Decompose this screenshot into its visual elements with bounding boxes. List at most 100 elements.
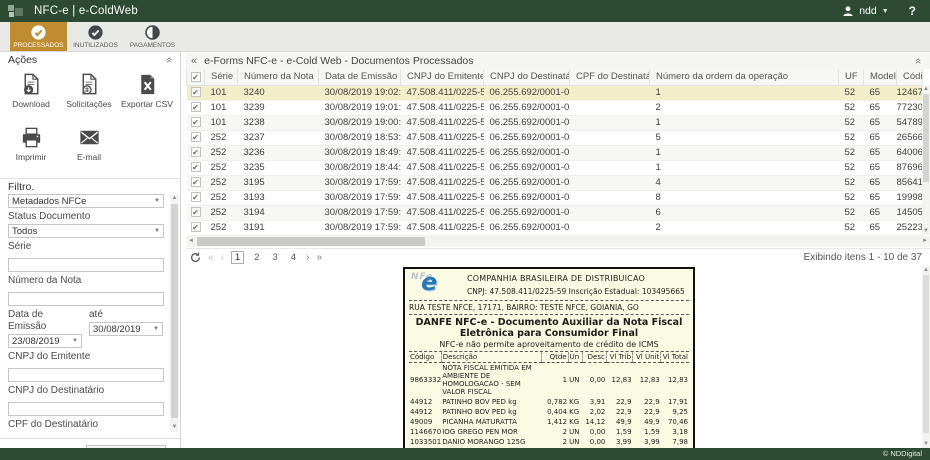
- cell: 1: [650, 145, 839, 160]
- last-page-icon[interactable]: »: [316, 252, 322, 263]
- table-row[interactable]: 101323830/08/2019 19:00:2347.508.411/022…: [187, 115, 923, 130]
- row-checkbox[interactable]: [191, 162, 201, 172]
- status-bar: © NDDigital: [0, 448, 930, 460]
- tab-inutilizados[interactable]: INUTILIZADOS: [67, 22, 124, 51]
- cell: 252: [205, 130, 238, 145]
- collapse-up-icon[interactable]: «: [912, 58, 924, 64]
- column-header-cnpj-destinatario[interactable]: CNPJ do Destinatário: [484, 69, 570, 85]
- table-row[interactable]: 101323930/08/2019 19:01:3147.508.411/022…: [187, 100, 923, 115]
- scrollbar-thumb[interactable]: [197, 237, 425, 246]
- cnpj-emitente-field[interactable]: [8, 368, 164, 382]
- chevron-down-icon: ▼: [68, 338, 78, 344]
- scroll-up-icon[interactable]: ▲: [922, 266, 930, 274]
- row-checkbox[interactable]: [191, 192, 201, 202]
- scroll-down-icon[interactable]: ▼: [922, 440, 930, 448]
- table-row[interactable]: 252323630/08/2019 18:49:5147.508.411/022…: [187, 145, 923, 160]
- doc-items-header: CódigoDescriçãoQtdeUnDescVl TribVl UnitV…: [409, 352, 689, 363]
- preview-item-row: 9863332NOTA FISCAL EMITIDA EM AMBIENTE D…: [409, 363, 689, 398]
- scroll-up-icon[interactable]: ▲: [922, 85, 930, 93]
- chevron-down-icon: ▼: [150, 198, 160, 204]
- table-row[interactable]: 252323730/08/2019 18:53:4047.508.411/022…: [187, 130, 923, 145]
- export-csv-button[interactable]: Exportar CSV: [118, 72, 176, 119]
- actions-title: Ações: [8, 54, 37, 66]
- column-header-cpf-destinatario[interactable]: CPF do Destinatário: [570, 69, 650, 85]
- imprimir-button[interactable]: Imprimir: [2, 125, 60, 172]
- preview-item-row: 49009PICANHA MATURATTA1,412KG14,1249,949…: [409, 417, 689, 427]
- document-preview-pane: NFee COMPANHIA BRASILEIRA DE DISTRIBUICA…: [182, 266, 930, 448]
- scroll-left-icon[interactable]: ◄: [186, 236, 196, 247]
- solicitacoes-button[interactable]: Solicitações: [60, 72, 118, 119]
- row-checkbox[interactable]: [191, 117, 201, 127]
- cell: 52: [839, 100, 864, 115]
- scroll-up-icon[interactable]: ▲: [170, 194, 179, 203]
- table-row[interactable]: 252319530/08/2019 17:59:5447.508.411/022…: [187, 175, 923, 190]
- scrollbar-thumb[interactable]: [171, 204, 178, 418]
- data-emissao-ate-picker[interactable]: 30/08/2019▼: [89, 322, 163, 336]
- cpf-destinatario-field[interactable]: [8, 436, 164, 437]
- user-icon: [842, 5, 854, 17]
- column-header-cnpj-emitente[interactable]: CNPJ do Emitente: [401, 69, 484, 85]
- cell: 65: [864, 100, 897, 115]
- column-header-numero[interactable]: Número da Nota: [238, 69, 319, 85]
- user-menu[interactable]: ndd ▼: [842, 5, 888, 17]
- row-checkbox[interactable]: [191, 147, 201, 157]
- cell: 4: [650, 175, 839, 190]
- previous-page-icon[interactable]: ‹: [221, 252, 224, 263]
- cnpj-destinatario-field[interactable]: [8, 402, 164, 416]
- column-header-codigo[interactable]: Código: [897, 69, 923, 85]
- next-page-icon[interactable]: ›: [306, 252, 309, 263]
- table-row[interactable]: 101324030/08/2019 19:02:3647.508.411/022…: [187, 85, 923, 100]
- tab-pagamentos[interactable]: PAGAMENTOS: [124, 22, 181, 51]
- row-checkbox[interactable]: [191, 222, 201, 232]
- serie-field[interactable]: [8, 258, 164, 272]
- column-header-ordem-operacao[interactable]: Número da ordem da operação: [650, 69, 839, 85]
- collapse-left-icon[interactable]: «: [191, 55, 197, 67]
- scroll-right-icon[interactable]: ►: [920, 236, 930, 247]
- status-documento-select[interactable]: Todos▼: [8, 224, 164, 238]
- data-emissao-de-picker[interactable]: 23/08/2019▼: [8, 334, 82, 348]
- column-header-uf[interactable]: UF: [839, 69, 864, 85]
- collapse-panel-icon[interactable]: «: [163, 57, 175, 63]
- cell: 252: [205, 220, 238, 235]
- filter-scrollbar[interactable]: ▲ ▼: [170, 194, 179, 432]
- preview-vertical-scrollbar[interactable]: ▲ ▼: [922, 266, 930, 448]
- column-header-data-emissao[interactable]: Data de Emissão: [319, 69, 401, 85]
- grid-horizontal-scrollbar[interactable]: ◄ ►: [186, 236, 930, 247]
- help-button[interactable]: ?: [909, 4, 916, 18]
- scroll-down-icon[interactable]: ▼: [922, 227, 930, 235]
- table-row[interactable]: 252319130/08/2019 17:59:5447.508.411/022…: [187, 220, 923, 235]
- table-row[interactable]: 252319430/08/2019 17:59:5447.508.411/022…: [187, 205, 923, 220]
- table-row[interactable]: 252323530/08/2019 18:44:2247.508.411/022…: [187, 160, 923, 175]
- row-checkbox[interactable]: [191, 102, 201, 112]
- email-icon: [77, 125, 102, 150]
- column-header-serie[interactable]: Série: [205, 69, 238, 85]
- row-checkbox[interactable]: [191, 87, 201, 97]
- scroll-down-icon[interactable]: ▼: [170, 423, 179, 432]
- email-button[interactable]: E-mail: [60, 125, 118, 172]
- row-checkbox[interactable]: [191, 177, 201, 187]
- table-row[interactable]: 252319330/08/2019 17:59:5447.508.411/022…: [187, 190, 923, 205]
- select-all-checkbox[interactable]: [187, 69, 205, 85]
- cell: 65: [864, 130, 897, 145]
- page-3[interactable]: 3: [270, 252, 281, 263]
- cell: 2: [650, 220, 839, 235]
- scrollbar-thumb[interactable]: [923, 275, 929, 433]
- row-checkbox[interactable]: [191, 132, 201, 142]
- cell: 252: [205, 160, 238, 175]
- row-checkbox[interactable]: [191, 207, 201, 217]
- tab-processados[interactable]: PROCESSADOS: [10, 22, 67, 51]
- filtro-select[interactable]: Metadados NFCe▼: [8, 194, 164, 208]
- preview-item-row: 1033501DANIO MORANGO 125G2UN0,003,993,99…: [409, 437, 689, 447]
- refresh-icon[interactable]: [190, 252, 201, 263]
- numero-nota-field[interactable]: [8, 292, 164, 306]
- download-button[interactable]: Download: [2, 72, 60, 119]
- cell: 30/08/2019 18:44:22: [319, 160, 401, 175]
- first-page-icon[interactable]: «: [208, 252, 214, 263]
- page-1[interactable]: 1: [231, 251, 244, 264]
- scrollbar-thumb[interactable]: [923, 94, 929, 182]
- cell: [570, 145, 650, 160]
- page-2[interactable]: 2: [251, 252, 262, 263]
- page-4[interactable]: 4: [288, 252, 299, 263]
- column-header-modelo[interactable]: Modelo: [864, 69, 897, 85]
- grid-vertical-scrollbar[interactable]: ▲ ▼: [922, 85, 930, 235]
